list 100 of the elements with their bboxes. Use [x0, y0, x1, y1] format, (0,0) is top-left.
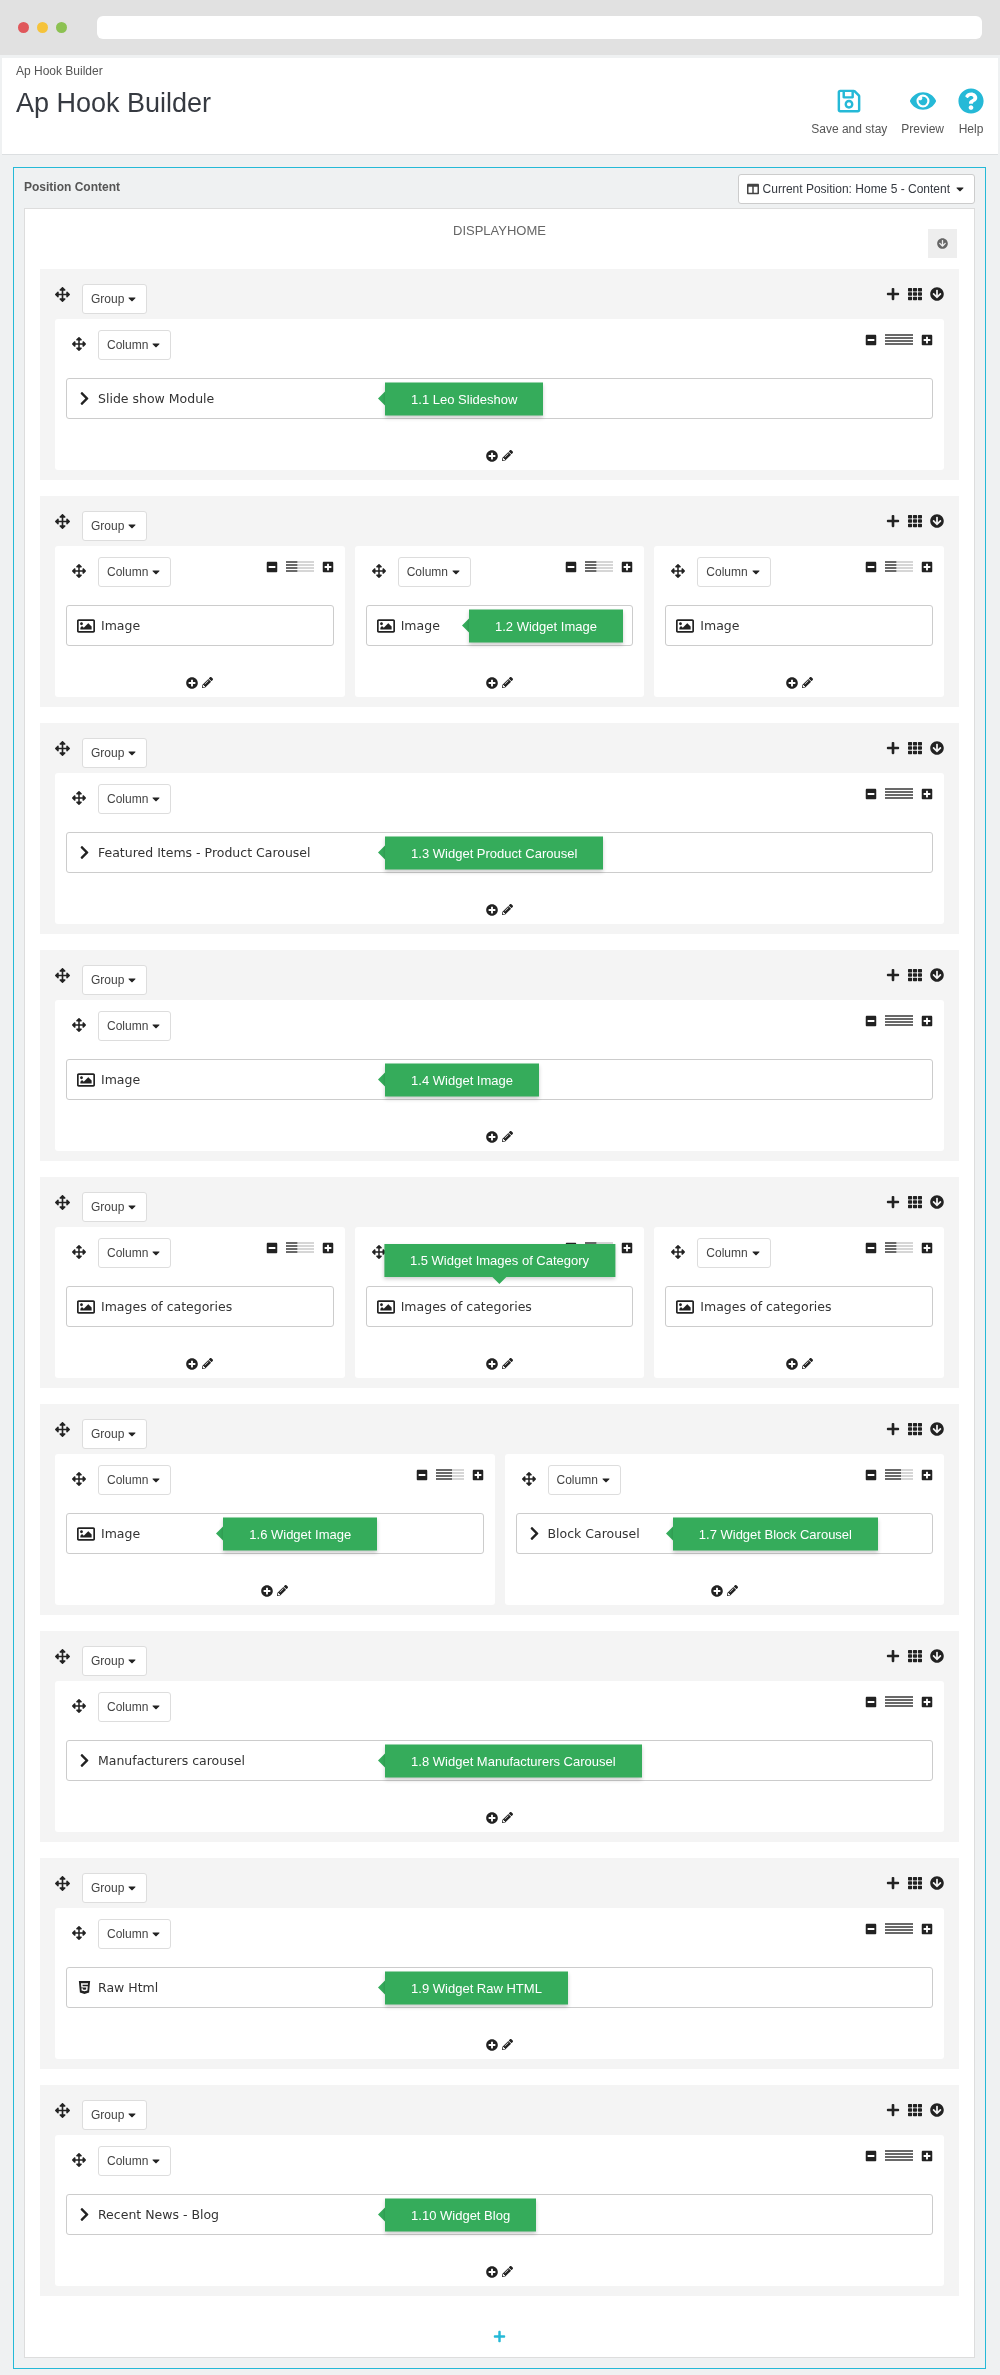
column-dropdown[interactable]: Column: [697, 557, 771, 587]
column-dropdown[interactable]: Column: [98, 1692, 172, 1722]
edit-icon[interactable]: [277, 1585, 289, 1596]
plus-icon[interactable]: [886, 1422, 900, 1436]
close-dot[interactable]: [18, 22, 29, 33]
move-icon[interactable]: [72, 2153, 86, 2167]
width-icon[interactable]: [885, 1015, 913, 1027]
move-icon[interactable]: [671, 1245, 686, 1259]
column-dropdown[interactable]: Column: [98, 1238, 172, 1268]
width-icon[interactable]: [585, 561, 614, 573]
column-dropdown[interactable]: Column: [98, 2146, 172, 2176]
move-icon[interactable]: [521, 1472, 536, 1486]
width-icon[interactable]: [885, 1242, 913, 1254]
move-icon[interactable]: [72, 1472, 86, 1486]
width-icon[interactable]: [885, 561, 913, 573]
group-dropdown[interactable]: Group: [82, 1419, 148, 1449]
column-dropdown[interactable]: Column: [98, 1919, 172, 1949]
move-icon[interactable]: [72, 1018, 86, 1032]
edit-icon[interactable]: [502, 2039, 513, 2050]
edit-icon[interactable]: [502, 1131, 513, 1142]
move-icon[interactable]: [55, 2103, 70, 2118]
widget-item[interactable]: Images of categories: [665, 1286, 933, 1327]
column-dropdown[interactable]: Column: [397, 557, 472, 587]
group-dropdown[interactable]: Group: [82, 2100, 148, 2130]
move-icon[interactable]: [72, 564, 86, 578]
edit-icon[interactable]: [502, 1812, 513, 1823]
grid-icon[interactable]: [908, 968, 922, 982]
edit-icon[interactable]: [202, 1358, 214, 1369]
plus-icon[interactable]: [886, 741, 900, 755]
plus-icon[interactable]: [886, 1876, 900, 1890]
plus-icon[interactable]: [886, 1195, 900, 1209]
width-icon[interactable]: [885, 788, 913, 800]
widget-item[interactable]: Image: [66, 605, 334, 646]
width-icon[interactable]: [285, 561, 314, 573]
move-icon[interactable]: [72, 791, 86, 805]
column-dropdown[interactable]: Column: [98, 330, 172, 360]
width-icon[interactable]: [885, 334, 913, 346]
edit-icon[interactable]: [726, 1585, 738, 1596]
edit-icon[interactable]: [502, 2266, 513, 2277]
group-dropdown[interactable]: Group: [82, 511, 148, 541]
grid-icon[interactable]: [908, 2103, 922, 2117]
maximize-dot[interactable]: [56, 22, 67, 33]
grid-icon[interactable]: [908, 741, 922, 755]
move-icon[interactable]: [55, 1876, 70, 1891]
grid-icon[interactable]: [908, 514, 922, 528]
move-icon[interactable]: [55, 514, 70, 529]
grid-icon[interactable]: [908, 287, 922, 301]
edit-icon[interactable]: [502, 677, 513, 688]
plus-icon[interactable]: [886, 1649, 900, 1663]
minimize-dot[interactable]: [37, 22, 48, 33]
grid-icon[interactable]: [908, 1876, 922, 1890]
edit-icon[interactable]: [801, 1358, 813, 1369]
move-icon[interactable]: [72, 1699, 86, 1713]
group-dropdown[interactable]: Group: [82, 1192, 148, 1222]
edit-icon[interactable]: [801, 677, 813, 688]
move-icon[interactable]: [72, 1245, 86, 1259]
move-icon[interactable]: [371, 1245, 386, 1259]
edit-icon[interactable]: [502, 450, 513, 461]
plus-icon[interactable]: [886, 514, 900, 528]
column-dropdown[interactable]: Column: [697, 1238, 771, 1268]
group-dropdown[interactable]: Group: [82, 284, 148, 314]
edit-icon[interactable]: [502, 904, 513, 915]
widget-item[interactable]: Images of categories: [66, 1286, 334, 1327]
toolbar-button[interactable]: Help: [958, 88, 984, 136]
move-icon[interactable]: [55, 968, 70, 983]
edit-icon[interactable]: [502, 1358, 513, 1369]
toolbar-button[interactable]: Save and stay: [811, 88, 888, 136]
group-dropdown[interactable]: Group: [82, 1873, 148, 1903]
collapse-button[interactable]: [928, 229, 957, 258]
width-icon[interactable]: [885, 1696, 913, 1708]
move-icon[interactable]: [55, 1649, 70, 1664]
move-icon[interactable]: [371, 564, 386, 578]
column-dropdown[interactable]: Column: [547, 1465, 621, 1495]
widget-item[interactable]: Image: [665, 605, 933, 646]
widget-item[interactable]: Images of categories: [365, 1286, 634, 1327]
grid-icon[interactable]: [908, 1649, 922, 1663]
column-dropdown[interactable]: Column: [98, 1465, 172, 1495]
column-dropdown[interactable]: Column: [98, 1011, 172, 1041]
move-icon[interactable]: [72, 337, 86, 351]
position-dropdown[interactable]: Current Position: Home 5 - Content: [737, 174, 975, 204]
edit-icon[interactable]: [202, 677, 214, 688]
width-icon[interactable]: [435, 1469, 464, 1481]
grid-icon[interactable]: [908, 1195, 922, 1209]
width-icon[interactable]: [885, 1923, 913, 1935]
plus-icon[interactable]: [886, 968, 900, 982]
width-icon[interactable]: [885, 1469, 913, 1481]
plus-icon[interactable]: [886, 287, 900, 301]
group-dropdown[interactable]: Group: [82, 738, 148, 768]
move-icon[interactable]: [72, 1926, 86, 1940]
move-icon[interactable]: [55, 1195, 70, 1210]
group-dropdown[interactable]: Group: [82, 965, 148, 995]
group-dropdown[interactable]: Group: [82, 1646, 148, 1676]
column-dropdown[interactable]: Column: [98, 557, 172, 587]
move-icon[interactable]: [671, 564, 686, 578]
width-icon[interactable]: [885, 2150, 913, 2162]
width-icon[interactable]: [285, 1242, 314, 1254]
move-icon[interactable]: [55, 1422, 70, 1437]
column-dropdown[interactable]: Column: [98, 784, 172, 814]
plus-icon[interactable]: [886, 2103, 900, 2117]
toolbar-button[interactable]: Preview: [901, 88, 944, 136]
